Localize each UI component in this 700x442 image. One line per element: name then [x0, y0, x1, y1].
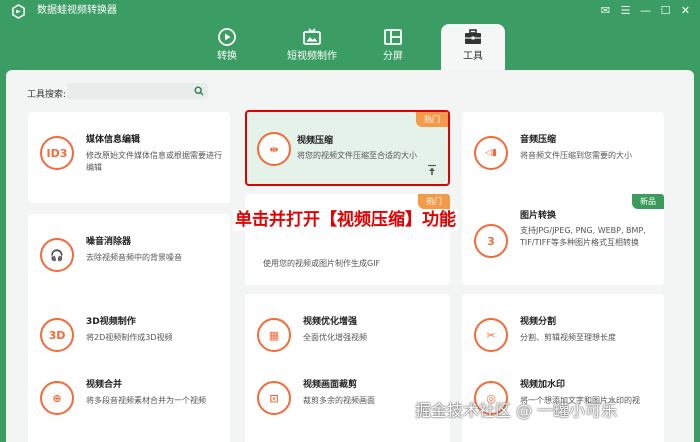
- id3-icon: ID3: [40, 136, 74, 170]
- tool-card-image-convert[interactable]: 新品 3 图片转换 支持JPG/JPEG, PNG, WEBP, BMP, TI…: [462, 194, 664, 285]
- tool-card-gif-maker[interactable]: 热门 使用您的视频或图片制作生成GIF: [245, 194, 450, 285]
- tool-card-video-crop[interactable]: ⊡ 视频画面裁剪 裁剪多余的视频画面: [245, 357, 450, 442]
- toolbox-icon: [465, 29, 481, 44]
- tool-card-media-info[interactable]: ID3 媒体信息编辑 修改原始文件媒体信息或根据需要进行编辑: [28, 112, 230, 203]
- tab-convert[interactable]: 转换: [200, 24, 254, 68]
- tool-desc: 分割、剪辑视频至理想长度: [520, 333, 616, 342]
- tool-desc: 支持JPG/JPEG, PNG, WEBP, BMP, TIF/TIFF等多种图…: [520, 226, 646, 247]
- tool-desc: 将多段音视频素材合并为一个视频: [86, 396, 206, 405]
- close-button[interactable]: ✕: [677, 2, 694, 19]
- hot-badge: 热门: [416, 112, 448, 127]
- tool-card-noise-remover[interactable]: 🎧 噪音消除器 去除视频音频中的背景噪音: [28, 214, 230, 305]
- tab-short-video-label: 短视频制作: [287, 51, 337, 62]
- window-controls: ✉ ☰ — ☐ ✕: [597, 2, 694, 19]
- tool-desc: 将2D视频制作成3D视频: [86, 333, 173, 342]
- tool-title: 音频压缩: [520, 135, 557, 145]
- tool-title: 视频优化增强: [303, 317, 358, 327]
- maximize-button[interactable]: ☐: [657, 2, 674, 19]
- tab-convert-label: 转换: [217, 51, 237, 62]
- convert-icon: [218, 28, 236, 46]
- 3d-icon: 3D: [40, 318, 74, 352]
- crop-icon: ⊡: [257, 381, 291, 415]
- tab-tools[interactable]: 工具: [441, 24, 505, 70]
- tool-desc: 去除视频音频中的背景噪音: [86, 253, 182, 262]
- tool-card-audio-compress[interactable]: ◁▮ 音频压缩 将音频文件压缩到您需要的大小: [462, 112, 664, 203]
- merge-icon: ⊕: [40, 381, 74, 415]
- tool-desc: 将音频文件压缩到您需要的大小: [520, 151, 632, 160]
- scissors-icon: ✂: [474, 318, 508, 352]
- search-icon[interactable]: [194, 86, 204, 96]
- tool-title: 视频合并: [86, 380, 123, 390]
- tab-split-screen[interactable]: 分屏: [366, 24, 420, 68]
- tool-card-video-compress[interactable]: 热门 ⇹ 视频压缩 将您的视频文件压缩至合适的大小: [245, 110, 450, 186]
- tool-desc: 全面优化增强视频: [303, 333, 367, 342]
- tool-desc: 修改原始文件媒体信息或根据需要进行编辑: [86, 151, 222, 172]
- tool-desc: 将您的视频文件压缩至合适的大小: [297, 151, 417, 160]
- compress-icon: ⇹: [257, 132, 291, 166]
- tool-title: 视频分割: [520, 317, 557, 327]
- app-window: 数据蛙视频转换器 ✉ ☰ — ☐ ✕ 转换 短视频制作 分屏 工具 工具搜索: …: [0, 0, 700, 442]
- app-logo-icon: [12, 4, 25, 19]
- tools-panel: 工具搜索: ID3 媒体信息编辑 修改原始文件媒体信息或根据需要进行编辑 热门 …: [6, 70, 694, 442]
- image-convert-icon: 3: [474, 224, 508, 258]
- tab-short-video[interactable]: 短视频制作: [281, 24, 343, 68]
- tool-title: 视频画面裁剪: [303, 380, 358, 390]
- split-screen-icon: [384, 29, 402, 45]
- tool-title: 视频加水印: [520, 380, 566, 390]
- tool-title: 媒体信息编辑: [86, 135, 141, 145]
- site-watermark: 掘金技术社区 @ 一罐小可乐: [415, 401, 618, 420]
- tool-title: 视频压缩: [297, 136, 334, 146]
- audio-compress-icon: ◁▮: [474, 136, 508, 170]
- enhance-icon: ▦: [257, 318, 291, 352]
- pin-to-top-icon[interactable]: [426, 164, 438, 176]
- app-title: 数据蛙视频转换器: [37, 5, 117, 16]
- feedback-icon[interactable]: ✉: [597, 2, 614, 19]
- tool-desc: 使用您的视频或图片制作生成GIF: [263, 259, 381, 268]
- tool-title: 图片转换: [520, 211, 557, 221]
- headphones-icon: 🎧: [40, 238, 74, 272]
- tutorial-caption: 单击并打开【视频压缩】功能: [233, 209, 458, 231]
- minimize-button[interactable]: —: [637, 2, 654, 19]
- new-badge: 新品: [632, 194, 664, 209]
- tab-split-screen-label: 分屏: [383, 51, 403, 62]
- tab-tools-label: 工具: [463, 51, 483, 62]
- search-input[interactable]: [67, 83, 208, 99]
- search-label: 工具搜索:: [27, 90, 67, 100]
- tool-title: 3D视频制作: [86, 317, 136, 327]
- menu-icon[interactable]: ☰: [617, 2, 634, 19]
- tv-icon: [303, 28, 321, 45]
- title-bar: 数据蛙视频转换器 ✉ ☰ — ☐ ✕: [0, 0, 700, 22]
- tool-title: 噪音消除器: [86, 237, 132, 247]
- tool-card-video-merge[interactable]: ⊕ 视频合并 将多段音视频素材合并为一个视频: [28, 357, 230, 442]
- hot-badge: 热门: [418, 194, 450, 209]
- tool-card-video-watermark[interactable]: ◎ 视频加水印 将一个想添加文字和图片水印的视: [462, 357, 664, 442]
